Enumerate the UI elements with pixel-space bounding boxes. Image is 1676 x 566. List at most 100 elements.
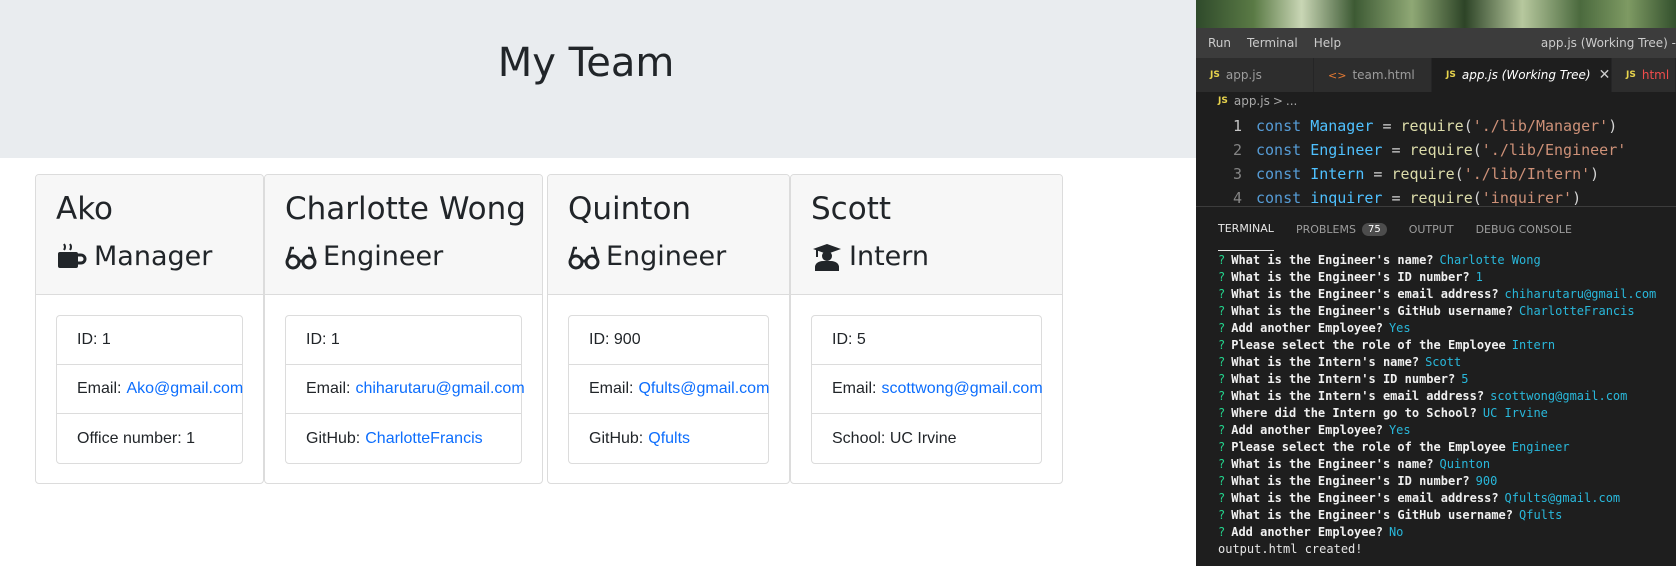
- tab-label: PROBLEMS: [1295, 222, 1356, 236]
- school-text: School: UC Irvine: [832, 429, 957, 447]
- breadcrumb-more[interactable]: ...: [1286, 94, 1297, 108]
- role-label: Engineer: [606, 241, 727, 272]
- id-row: ID: 900: [569, 316, 768, 365]
- keyword: const: [1256, 141, 1302, 159]
- terminal-line: ? Add another Employee? Yes: [1218, 319, 1676, 336]
- prompt-question: What is the Intern's email address?: [1231, 388, 1485, 403]
- role-label: Manager: [94, 241, 213, 272]
- office-number-text: Office number: 1: [77, 429, 195, 447]
- employee-name: Charlotte Wong: [285, 191, 526, 227]
- code-line: 1 const Manager = require('./lib/Manager…: [1196, 114, 1676, 138]
- terminal-line: output.html created!: [1218, 540, 1676, 557]
- function: require: [1400, 117, 1464, 135]
- string: './lib/Manager': [1472, 117, 1609, 135]
- glasses-icon: [568, 246, 600, 270]
- tab-debug-console[interactable]: DEBUG CONSOLE: [1476, 207, 1572, 251]
- role-label: Engineer: [323, 241, 444, 272]
- menu-terminal[interactable]: Terminal: [1239, 36, 1306, 50]
- terminal-line: ? What is the Intern's email address? scot…: [1218, 387, 1676, 404]
- function: require: [1409, 141, 1473, 159]
- employee-name: Quinton: [568, 191, 692, 227]
- prompt-mark: ?: [1218, 490, 1226, 505]
- id-row: ID: 1: [57, 316, 242, 365]
- prompt-answer: 1: [1475, 269, 1483, 284]
- keyword: const: [1256, 189, 1302, 207]
- id-row: ID: 1: [286, 316, 521, 365]
- tab-label: app.js (Working Tree): [1461, 68, 1591, 82]
- prompt-question: What is the Engineer's ID number?: [1231, 473, 1470, 488]
- prompt-answer: Scott: [1425, 354, 1462, 369]
- prompt-question: Please select the role of the Employee: [1231, 337, 1506, 352]
- prompt-mark: ?: [1218, 405, 1226, 420]
- code-line: 3 const Intern = require('./lib/Intern'): [1196, 162, 1676, 186]
- prompt-mark: ?: [1218, 524, 1226, 539]
- prompt-question: What is the Engineer's GitHub username?: [1231, 303, 1513, 318]
- glasses-icon: [285, 246, 317, 270]
- paren: (: [1472, 189, 1482, 207]
- github-link[interactable]: Qfults: [648, 430, 690, 448]
- prompt-question: Please select the role of the Employee: [1231, 439, 1506, 454]
- tab-app-js-working-tree[interactable]: JS app.js (Working Tree) ✕: [1432, 58, 1612, 92]
- email-link[interactable]: Ako@gmail.com: [126, 380, 243, 398]
- line-number: 2: [1232, 141, 1242, 159]
- terminal-line: ? Add another Employee? No: [1218, 523, 1676, 540]
- tab-team-html[interactable]: <> team.html: [1314, 58, 1432, 92]
- terminal-line: ? Please select the role of the Employee E…: [1218, 438, 1676, 455]
- tab-terminal[interactable]: TERMINAL: [1218, 207, 1274, 251]
- string: './lib/Engineer': [1481, 141, 1627, 159]
- page-title: My Team: [497, 40, 675, 86]
- tab-html[interactable]: JS html: [1612, 58, 1676, 92]
- github-label: GitHub:: [589, 429, 644, 447]
- line-number: 3: [1232, 165, 1242, 183]
- close-icon[interactable]: ✕: [1599, 67, 1611, 83]
- terminal-line: ? What is the Intern's name? Scott: [1218, 353, 1676, 370]
- terminal-line: ? Where did the Intern go to School? UC Ir…: [1218, 404, 1676, 421]
- prompt-mark: ?: [1218, 252, 1226, 267]
- prompt-answer: Quinton: [1439, 456, 1491, 471]
- terminal-line: ? What is the Engineer's ID number? 1: [1218, 268, 1676, 285]
- code-editor[interactable]: 1 const Manager = require('./lib/Manager…: [1196, 114, 1676, 210]
- email-row: Email: scottwong@gmail.com: [812, 365, 1043, 414]
- employee-card-manager: Ako Manager ID: 1 Email: Ako@gmail.com Of…: [35, 174, 264, 484]
- menu-help[interactable]: Help: [1306, 36, 1349, 50]
- paren: ): [1608, 117, 1618, 135]
- prompt-answer: Yes: [1388, 422, 1411, 437]
- employee-details-list: ID: 1 Email: chiharutaru@gmail.com GitHub…: [285, 315, 525, 464]
- browser-page: My Team Ako Manager ID: 1 Email: Ako@gmai…: [0, 0, 1196, 566]
- terminal-line: ? What is the Engineer's name? Quinton: [1218, 455, 1676, 472]
- js-file-icon: JS: [1626, 70, 1636, 80]
- employee-card-engineer: Charlotte Wong Engineer ID: 1 Email: chih…: [264, 174, 543, 484]
- panel-tabs: TERMINAL PROBLEMS 75 OUTPUT DEBUG CONSOL…: [1196, 207, 1676, 251]
- prompt-question: Add another Employee?: [1231, 422, 1383, 437]
- prompt-mark: ?: [1218, 473, 1226, 488]
- graduate-icon: [813, 244, 841, 271]
- tab-output[interactable]: OUTPUT: [1409, 207, 1454, 251]
- email-link[interactable]: scottwong@gmail.com: [881, 380, 1042, 398]
- terminal-line: ? What is the Engineer's name? Charlotte W…: [1218, 251, 1676, 268]
- breadcrumb-file[interactable]: app.js: [1234, 94, 1270, 108]
- paren: (: [1463, 117, 1473, 135]
- prompt-answer: Engineer: [1511, 439, 1570, 454]
- paren: (: [1454, 165, 1464, 183]
- prompt-mark: ?: [1218, 439, 1226, 454]
- js-file-icon: JS: [1446, 70, 1456, 80]
- prompt-mark: ?: [1218, 320, 1226, 335]
- email-link[interactable]: Qfults@gmail.com: [638, 380, 769, 398]
- prompt-answer: No: [1388, 524, 1404, 539]
- id-text: ID: 1: [77, 331, 111, 348]
- email-link[interactable]: chiharutaru@gmail.com: [355, 380, 524, 398]
- function: require: [1391, 165, 1455, 183]
- github-label: GitHub:: [306, 429, 361, 447]
- tab-problems[interactable]: PROBLEMS 75: [1296, 207, 1387, 251]
- card-header: Scott Intern: [791, 175, 1062, 295]
- prompt-question: What is the Engineer's ID number?: [1231, 269, 1470, 284]
- breadcrumb-separator: >: [1272, 94, 1283, 108]
- variable: Manager: [1310, 117, 1374, 135]
- menu-run[interactable]: Run: [1200, 36, 1239, 50]
- tab-app-js[interactable]: JS app.js: [1196, 58, 1314, 92]
- employee-details-list: ID: 900 Email: Qfults@gmail.com GitHub: Qf…: [568, 315, 769, 464]
- terminal-line: ? What is the Engineer's GitHub username?…: [1218, 506, 1676, 523]
- terminal-output[interactable]: ? What is the Engineer's name? Charlotte W…: [1196, 251, 1676, 557]
- github-link[interactable]: CharlotteFrancis: [365, 430, 482, 448]
- id-text: ID: 1: [306, 331, 340, 348]
